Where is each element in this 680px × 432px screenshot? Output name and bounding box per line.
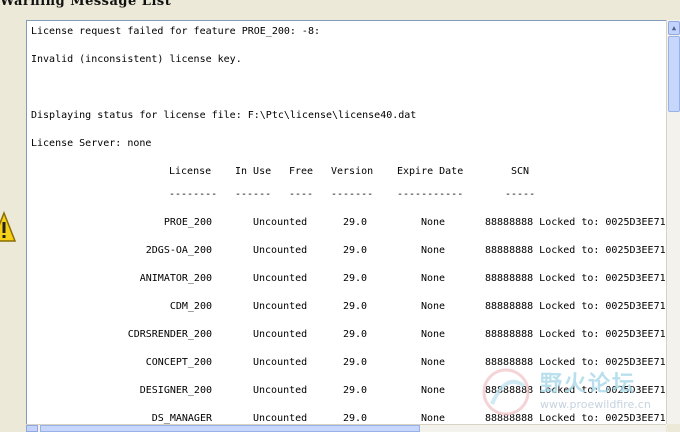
header-expire-date: Expire Date	[397, 166, 464, 177]
header-free: Free	[289, 166, 314, 177]
scroll-thumb[interactable]	[668, 36, 680, 112]
separator: ------	[235, 189, 272, 200]
separator: -----	[505, 189, 536, 200]
message-line: Displaying status for license file: F:\P…	[31, 110, 417, 121]
header-version: Version	[331, 166, 374, 177]
cell-license: ANIMATOR_200	[139, 273, 212, 284]
separator: -----------	[397, 189, 464, 200]
cell-scn: 88888888 Locked to: 0025D3EE717	[485, 245, 667, 256]
cell-scn: 88888888 Locked to: 0025D3EE717	[485, 329, 667, 340]
separator: --------	[169, 189, 218, 200]
cell-scn: 88888888 Locked to: 0025D3EE717	[485, 217, 667, 228]
cell-in-use: Uncounted	[253, 385, 308, 396]
watermark-url: www.proewildfire.cn	[540, 398, 651, 411]
header-in-use: In Use	[235, 166, 272, 177]
cell-in-use: Uncounted	[253, 273, 308, 284]
cell-version: 29.0	[343, 273, 368, 284]
arrow-up-icon[interactable]: ▲	[668, 21, 680, 35]
window-title: Warning Message List	[0, 0, 172, 9]
cell-license: CONCEPT_200	[145, 357, 212, 368]
vertical-scrollbar[interactable]: ▲	[666, 20, 680, 424]
title-bar: Warning Message List	[0, 0, 680, 14]
cell-in-use: Uncounted	[253, 357, 308, 368]
cell-license: PROE_200	[163, 217, 212, 228]
separator: -------	[331, 189, 374, 200]
message-line: License Server: none	[31, 138, 152, 149]
cell-in-use: Uncounted	[253, 217, 308, 228]
cell-license: 2DGS-OA_200	[145, 245, 212, 256]
cell-license: DESIGNER_200	[139, 385, 212, 396]
cell-in-use: Uncounted	[253, 329, 308, 340]
cell-expire: None	[421, 385, 446, 396]
cell-version: 29.0	[343, 385, 368, 396]
message-line: Invalid (inconsistent) license key.	[31, 54, 242, 65]
header-scn: SCN	[511, 166, 530, 177]
watermark-text: 野火论坛	[540, 372, 637, 397]
cell-expire: None	[421, 301, 446, 312]
cell-expire: None	[421, 245, 446, 256]
cell-version: 29.0	[343, 329, 368, 340]
cell-license: CDRSRENDER_200	[127, 329, 212, 340]
cell-expire: None	[421, 273, 446, 284]
cell-version: 29.0	[343, 217, 368, 228]
cell-expire: None	[421, 217, 446, 228]
warning-icon	[0, 211, 16, 242]
cell-expire: None	[421, 357, 446, 368]
separator: ----	[289, 189, 314, 200]
cell-expire: None	[421, 329, 446, 340]
header-license: License	[169, 166, 212, 177]
cell-in-use: Uncounted	[253, 301, 308, 312]
cell-version: 29.0	[343, 301, 368, 312]
message-line: License request failed for feature PROE_…	[31, 26, 320, 37]
cell-version: 29.0	[343, 357, 368, 368]
cell-scn: 88888888 Locked to: 0025D3EE717	[485, 273, 667, 284]
cell-scn: 88888888 Locked to: 0025D3EE717	[485, 301, 667, 312]
cell-version: 29.0	[343, 245, 368, 256]
cell-license: CDM_200	[169, 301, 212, 312]
cell-in-use: Uncounted	[253, 245, 308, 256]
